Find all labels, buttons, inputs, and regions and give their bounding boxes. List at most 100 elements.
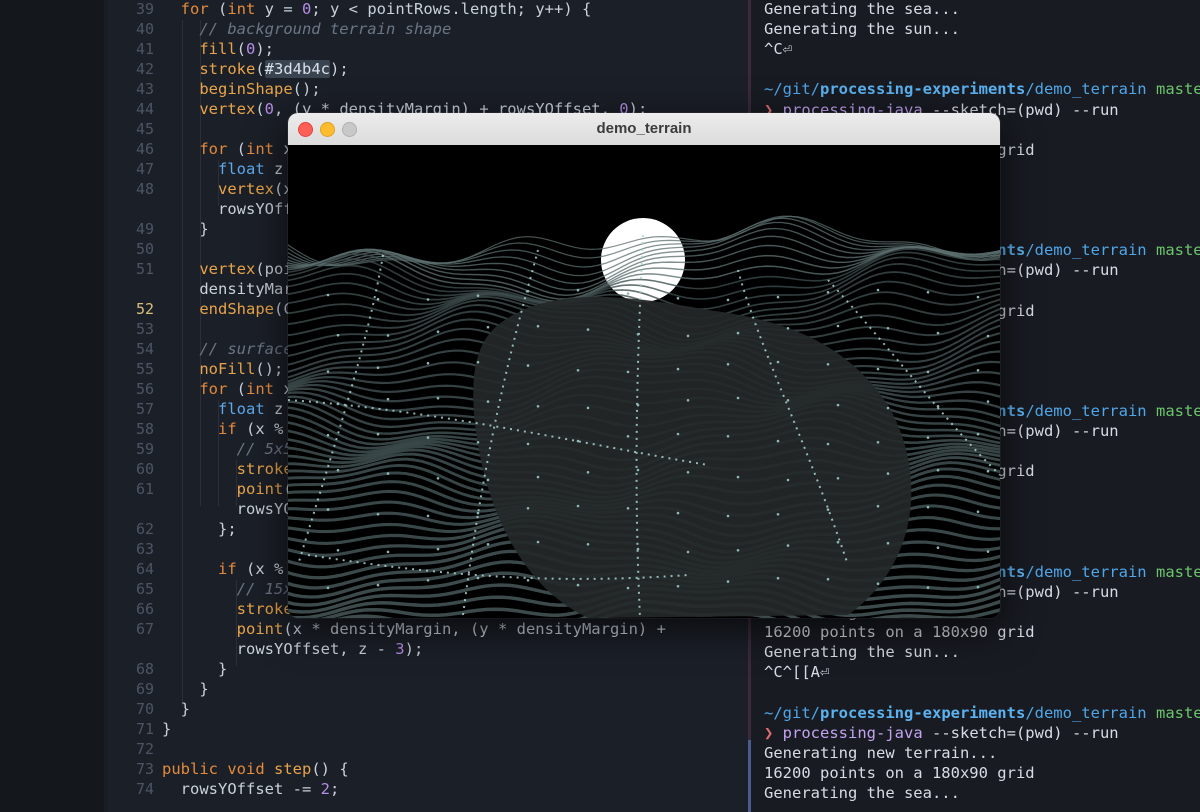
code-line[interactable]: for (int x — [162, 139, 292, 159]
terrain-point — [326, 293, 330, 297]
terrain-point — [686, 334, 690, 338]
code-line[interactable]: } — [162, 219, 208, 239]
code-line[interactable]: noFill(); — [162, 359, 283, 379]
line-number: 50 — [135, 240, 154, 258]
line-number: 60 — [135, 460, 154, 478]
line-number: 63 — [135, 540, 154, 558]
terrain-point — [926, 586, 930, 589]
line-number: 62 — [135, 520, 154, 538]
git-branch-label: master — [1155, 562, 1200, 581]
terrain-point — [826, 363, 830, 366]
sketch-window[interactable]: demo_terrain — [288, 113, 1000, 618]
line-number: 52 — [135, 300, 154, 318]
code-line[interactable]: densityMar — [162, 279, 292, 299]
code-line[interactable]: for (int x — [162, 379, 292, 399]
terrain-point — [336, 333, 340, 337]
code-line[interactable]: } — [162, 699, 190, 719]
terrain-point — [986, 400, 990, 403]
code-line[interactable]: rowsYOffset -= 2; — [162, 779, 340, 799]
code-line[interactable]: for (int y = 0; y < pointRows.length; y+… — [162, 0, 592, 19]
code-line[interactable]: beginShape(); — [162, 79, 320, 99]
code-line[interactable]: float z — [162, 399, 283, 419]
terrain-point — [626, 586, 630, 590]
terrain-point — [386, 550, 390, 554]
terrain-point — [536, 405, 540, 408]
code-line[interactable]: float z — [162, 159, 283, 179]
terrain-point — [386, 397, 390, 401]
terrain-point — [376, 297, 380, 301]
terrain-point — [986, 469, 990, 473]
terminal-prompt-path: ~/git/processing-experiments/demo_terrai… — [764, 79, 1200, 99]
line-number: 43 — [135, 80, 154, 98]
code-line[interactable]: stroke — [162, 459, 293, 479]
terrain-point — [676, 585, 680, 588]
line-number: 58 — [135, 420, 154, 438]
code-line[interactable]: } — [162, 679, 208, 699]
code-line[interactable]: point( — [162, 479, 293, 499]
code-line[interactable]: rowsYO — [162, 499, 293, 519]
terrain-point — [926, 291, 930, 294]
git-branch-label: master — [1155, 703, 1200, 722]
code-line[interactable]: if (x % — [162, 419, 283, 439]
terrain-point — [386, 472, 390, 475]
code-line[interactable]: // 15x — [162, 579, 293, 599]
line-number: 51 — [135, 260, 154, 278]
terminal-output-line: Generating the sea... — [764, 783, 960, 802]
terrain-point — [926, 505, 930, 509]
line-number: 61 — [135, 480, 154, 498]
line-number: 57 — [135, 400, 154, 418]
code-line[interactable]: // 5x5 — [162, 439, 293, 459]
code-line[interactable]: public void step() { — [162, 759, 349, 779]
git-branch-label: master — [1155, 80, 1200, 99]
code-line[interactable]: point(x * densityMargin, (y * densityMar… — [162, 619, 666, 639]
terrain-point — [986, 550, 990, 553]
code-line[interactable]: stroke — [162, 599, 293, 619]
terrain-point — [436, 477, 440, 480]
code-line[interactable]: // surface — [162, 339, 292, 359]
terrain-point — [936, 468, 940, 472]
terrain-point — [626, 507, 630, 510]
terrain-point — [636, 468, 640, 472]
terrain-point — [926, 436, 930, 439]
terrain-point — [336, 549, 340, 552]
terrain-point — [936, 546, 940, 549]
terrain-point — [726, 435, 730, 438]
window-titlebar[interactable]: demo_terrain — [288, 113, 1000, 146]
terrain-point — [326, 370, 330, 373]
code-line[interactable]: } — [162, 719, 171, 739]
line-number: 65 — [135, 580, 154, 598]
terminal-output-line: ^C^[[A⏎ — [764, 663, 830, 682]
terrain-point — [686, 399, 690, 402]
terrain-point — [826, 508, 830, 511]
code-line[interactable]: endShape(C — [162, 299, 292, 319]
terrain-point — [526, 442, 530, 446]
terminal-command-line: ❯ processing-java --sketch=(pwd) --run — [764, 723, 1119, 742]
code-line[interactable]: } — [162, 659, 227, 679]
terrain-point — [876, 288, 880, 292]
code-line[interactable]: rowsYOffset, z - 3); — [162, 639, 424, 659]
terrain-point — [386, 334, 390, 337]
terrain-point — [476, 511, 480, 515]
code-line[interactable]: vertex(poi — [162, 259, 292, 279]
terrain-point — [976, 369, 980, 372]
code-line[interactable]: rowsYOff — [162, 199, 293, 219]
terrain-point — [786, 544, 790, 547]
code-line[interactable]: if (x % — [162, 559, 283, 579]
code-line[interactable]: // background terrain shape — [162, 19, 451, 39]
terminal-output-line: ^C⏎ — [764, 40, 792, 59]
terrain-point — [526, 364, 530, 367]
terrain-point — [536, 475, 540, 479]
terrain-point — [936, 405, 940, 408]
code-line[interactable]: fill(0); — [162, 39, 274, 59]
code-line[interactable]: stroke(#3d4b4c); — [162, 59, 349, 79]
terrain-point — [936, 331, 940, 335]
terrain-point — [436, 330, 440, 333]
line-number: 59 — [135, 440, 154, 458]
code-line[interactable]: }; — [162, 519, 237, 539]
terrain-point — [926, 370, 930, 374]
terrain-point — [876, 367, 880, 371]
terrain-point — [876, 582, 880, 585]
line-number: 68 — [135, 660, 154, 678]
terrain-point — [976, 295, 980, 299]
code-line[interactable]: vertex(x — [162, 179, 293, 199]
